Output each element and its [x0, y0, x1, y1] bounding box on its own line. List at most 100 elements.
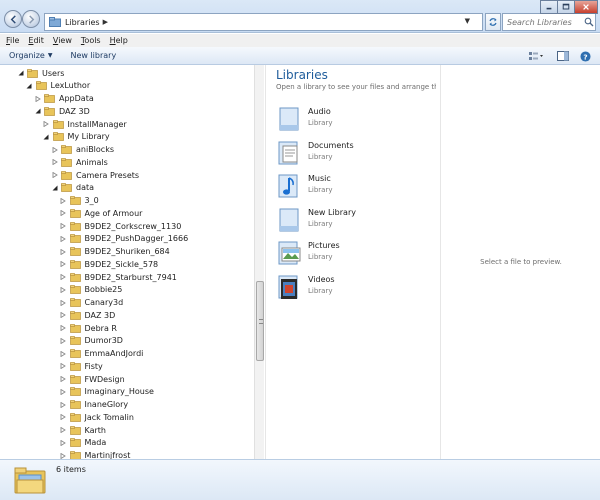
tree-item[interactable]: DAZ 3D [60, 309, 115, 321]
tree-item[interactable]: LexLuthor [26, 80, 90, 92]
collapsed-triangle-icon[interactable] [60, 376, 67, 383]
breadcrumb-libraries[interactable]: Libraries [65, 18, 100, 27]
audio-library-icon [279, 107, 299, 131]
collapsed-triangle-icon[interactable] [43, 121, 50, 128]
maximize-button[interactable] [557, 0, 575, 14]
expanded-triangle-icon[interactable] [34, 108, 41, 115]
tree-item[interactable]: B9DE2_Starburst_7941 [60, 271, 177, 283]
collapsed-triangle-icon[interactable] [60, 274, 67, 281]
library-item[interactable]: Pictures Library [275, 239, 435, 269]
collapsed-triangle-icon[interactable] [60, 235, 67, 242]
expanded-triangle-icon[interactable] [43, 133, 50, 140]
tree-item[interactable]: Camera Presets [51, 169, 139, 181]
tree-item[interactable]: InaneGlory [60, 399, 128, 411]
collapsed-triangle-icon[interactable] [60, 223, 67, 230]
tree-item[interactable]: data [51, 182, 94, 194]
collapsed-triangle-icon[interactable] [60, 299, 67, 306]
library-item[interactable]: Videos Library [275, 273, 435, 303]
tree-item[interactable]: DAZ 3D [34, 105, 90, 117]
collapsed-triangle-icon[interactable] [51, 146, 58, 153]
library-item[interactable]: Music Library [275, 172, 435, 202]
new-library-button[interactable]: New library [61, 51, 125, 60]
tree-item[interactable]: B9DE2_PushDagger_1666 [60, 233, 188, 245]
tree-scrollbar[interactable] [254, 65, 264, 459]
collapsed-triangle-icon[interactable] [60, 388, 67, 395]
search-icon[interactable] [584, 17, 594, 27]
expanded-triangle-icon[interactable] [51, 184, 58, 191]
collapsed-triangle-icon[interactable] [60, 363, 67, 370]
tree-item[interactable]: Debra R [60, 322, 117, 334]
tree-item-label: Age of Armour [84, 208, 143, 218]
tree-item[interactable]: Users [17, 67, 64, 79]
tree-item[interactable]: Animals [51, 156, 108, 168]
tree-item[interactable]: My Library [43, 131, 110, 143]
chevron-right-icon[interactable]: ▶ [103, 18, 108, 26]
collapsed-triangle-icon[interactable] [60, 350, 67, 357]
tree-item[interactable]: 3_0 [60, 195, 99, 207]
breadcrumb[interactable]: Libraries ▶ [65, 18, 108, 27]
collapsed-triangle-icon[interactable] [60, 210, 67, 217]
arrow-right-icon [28, 14, 34, 24]
help-button[interactable]: ? [578, 49, 592, 63]
library-item[interactable]: Documents Library [275, 139, 435, 169]
collapsed-triangle-icon[interactable] [60, 337, 67, 344]
collapsed-triangle-icon[interactable] [60, 197, 67, 204]
collapsed-triangle-icon[interactable] [60, 325, 67, 332]
tree-item[interactable]: Mada [60, 437, 106, 449]
tree-item[interactable]: Canary3d [60, 297, 123, 309]
tree-item[interactable]: B9DE2_Shuriken_684 [60, 246, 170, 258]
menu-tools[interactable]: Tools [81, 36, 101, 45]
library-item[interactable]: New Library Library [275, 206, 435, 236]
close-button[interactable] [574, 0, 598, 14]
tree-item[interactable]: B9DE2_Corkscrew_1130 [60, 220, 181, 232]
documents-library-icon [278, 141, 298, 165]
collapsed-triangle-icon[interactable] [60, 439, 67, 446]
refresh-button[interactable] [485, 13, 501, 31]
address-dropdown-icon[interactable]: ▼ [465, 17, 470, 25]
tree-item[interactable]: Karth [60, 424, 106, 436]
expanded-triangle-icon[interactable] [17, 70, 24, 77]
collapsed-triangle-icon[interactable] [60, 312, 67, 319]
change-view-button[interactable] [524, 49, 548, 63]
tree-item[interactable]: FWDesign [60, 373, 125, 385]
collapsed-triangle-icon[interactable] [51, 172, 58, 179]
tree-item[interactable]: aniBlocks [51, 144, 114, 156]
expanded-triangle-icon[interactable] [26, 82, 33, 89]
collapsed-triangle-icon[interactable] [60, 401, 67, 408]
menu-edit[interactable]: Edit [28, 36, 44, 45]
minimize-button[interactable] [540, 0, 558, 14]
tree-item[interactable]: B9DE2_Sickle_578 [60, 258, 158, 270]
collapsed-triangle-icon[interactable] [60, 261, 67, 268]
collapsed-triangle-icon[interactable] [60, 286, 67, 293]
search-input[interactable] [502, 13, 596, 31]
tree-item[interactable]: EmmaAndJordi [60, 348, 143, 360]
tree-item[interactable]: AppData [34, 93, 94, 105]
tree-item[interactable]: Fisty [60, 360, 103, 372]
preview-pane-button[interactable] [556, 49, 570, 63]
address-bar[interactable]: Libraries ▶ ▼ [44, 13, 483, 31]
folder-icon [69, 349, 81, 358]
library-name: Videos [308, 275, 335, 284]
forward-button[interactable] [22, 10, 40, 28]
tree-item[interactable]: InstallManager [43, 118, 127, 130]
folder-icon [69, 247, 81, 256]
tree-item[interactable]: Imaginary_House [60, 386, 154, 398]
collapsed-triangle-icon[interactable] [60, 248, 67, 255]
collapsed-triangle-icon[interactable] [60, 427, 67, 434]
back-button[interactable] [4, 10, 22, 28]
scrollbar-thumb[interactable] [256, 281, 264, 361]
collapsed-triangle-icon[interactable] [34, 95, 41, 102]
tree-item[interactable]: Jack Tomalin [60, 411, 134, 423]
menu-help[interactable]: Help [110, 36, 128, 45]
tree-item[interactable]: Dumor3D [60, 335, 123, 347]
tree-item[interactable]: Martinjfrost [60, 450, 130, 459]
collapsed-triangle-icon[interactable] [51, 159, 58, 166]
menu-view[interactable]: View [53, 36, 72, 45]
menu-file[interactable]: File [6, 36, 19, 45]
collapsed-triangle-icon[interactable] [60, 452, 67, 459]
tree-item[interactable]: Age of Armour [60, 207, 143, 219]
collapsed-triangle-icon[interactable] [60, 414, 67, 421]
tree-item[interactable]: Bobbie25 [60, 284, 122, 296]
library-item[interactable]: Audio Library [275, 105, 435, 135]
organize-button[interactable]: Organize ▼ [0, 51, 61, 60]
